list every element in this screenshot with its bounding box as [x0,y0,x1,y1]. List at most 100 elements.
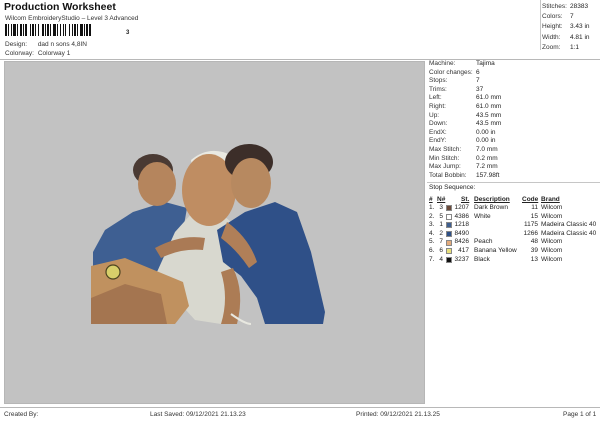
sequence-row: 7. 4 3237 Black 13 Wilcom [429,256,600,265]
sequence-header: # N# St. Description Code Brand [429,195,600,204]
thread-color-swatch [446,239,452,246]
info-max-jump: Max Jump: 7.2 mm [429,163,498,171]
sequence-description: Peach [474,238,493,246]
sequence-num: 4. [429,229,435,237]
sequence-num: 3. [429,221,435,229]
footer-page: Page 1 of 1 [563,411,597,418]
sequence-st: 417 [458,247,469,254]
thread-color-swatch [446,256,452,263]
sequence-num: 7. [429,255,435,263]
design-preview [4,61,425,404]
design-stats: Stitches: 28383 Colors: 7 Height: 3.43 in W… [542,2,598,53]
stop-sequence-title: Stop Sequence: [429,183,476,191]
info-min-stitch: Min Stitch: 0.2 mm [429,154,498,162]
info-color-changes: Color changes: 6 [429,68,480,76]
sequence-num: 5. [429,238,435,246]
sequence-code: 11 [531,204,538,211]
thread-color-swatch [446,248,452,255]
sequence-code: 1266 [523,229,538,237]
sequence-code: 13 [530,255,538,263]
sequence-num: 1. [429,204,435,211]
sequence-code: 15 [530,212,538,220]
sequence-st: 1207 [454,204,469,211]
software-subtitle: Wilcom EmbroideryStudio – Level 3 Advanc… [5,15,139,22]
barcode-image [5,24,131,36]
sequence-n: 6 [439,247,443,254]
sequence-row: 3. 1 1218 1175 Madeira Classic 40 [429,221,600,230]
info-left: Left: 61.0 mm [429,94,502,102]
col-hash: # [429,196,433,203]
sequence-code: 48 [530,238,538,246]
stat-height: Height: 3.43 in [542,23,590,31]
footer-printed: Printed: 09/12/2021 21.13.25 [356,411,440,418]
sequence-n: 2 [439,229,443,237]
stat-colors: Colors: 7 [542,13,574,21]
thread-color-swatch [446,205,452,212]
sequence-num: 2. [429,212,435,220]
info-stops: Stops: 7 [429,77,480,85]
sequence-n: 7 [439,238,443,246]
col-st: St. [461,196,470,203]
sequence-st: 3237 [454,255,469,263]
sequence-brand: Wilcom [541,204,563,211]
info-machine: Machine: Tajima [429,60,495,67]
sequence-brand: Madeira Classic 40 [541,229,597,237]
sequence-n: 4 [439,255,443,263]
stats-divider [540,0,541,50]
embroidery-illustration [91,144,325,325]
thread-color-swatch [446,222,452,229]
col-n: N# [437,196,446,203]
sequence-code: 1175 [524,221,538,229]
thread-color-swatch [446,213,452,220]
sequence-row: 1. 3 1207 Dark Brown 11 Wilcom [429,204,600,213]
colorway-value: Colorway 1 [37,50,71,57]
worksheet-header: Production Worksheet Wilcom EmbroiderySt… [0,0,600,59]
footer-created-by: Created By: [4,411,39,418]
barcode-number: 3 [126,30,130,36]
sequence-st: 8490 [454,229,469,237]
info-down: Down: 43.5 mm [429,120,502,128]
design-row: Design: dad n sons 4,8IN [5,41,87,48]
sequence-brand: Wilcom [541,238,563,246]
col-code: Code [522,196,539,203]
info-endy: EndY: 0.00 in [429,137,496,145]
sequence-num: 6. [429,247,435,254]
col-brand: Brand [541,196,560,203]
info-trims: Trims: 37 [429,85,484,93]
info-panel: Machine: Tajima Color changes: 6 Stops: 7 T… [427,59,600,405]
sequence-st: 4386 [454,212,469,220]
sequence-brand: Wilcom [541,255,563,263]
stat-width: Width: 4.81 in [542,33,590,41]
sequence-row: 5. 7 8426 Peach 48 Wilcom [429,238,600,247]
right-boy-face [231,158,271,208]
stat-zoom: Zoom: 1:1 [542,43,580,51]
sequence-row: 2. 5 4386 White 15 Wilcom [429,213,600,222]
info-right: Right: 61.0 mm [429,103,502,110]
footer-last-saved: Last Saved: 09/12/2021 21.13.23 [150,411,246,418]
sequence-description: White [474,212,491,220]
colorway-label: Colorway: [5,50,34,57]
footer-divider [0,407,600,408]
info-endx: EndX: 0.00 in [429,128,496,136]
thread-color-swatch [446,231,452,238]
sequence-code: 39 [530,247,538,254]
colorway-row: Colorway: Colorway 1 [5,50,70,57]
sequence-row: 4. 2 8490 1266 Madeira Classic 40 [429,230,600,239]
info-max-stitch: Max Stitch: 7.0 mm [429,146,498,153]
info-up: Up: 43.5 mm [429,111,502,119]
sequence-n: 5 [439,212,443,220]
info-total-bobbin: Total Bobbin: 157.98ft [429,171,500,179]
design-label: Design: [5,41,28,48]
design-value: dad n sons 4,8IN [37,41,87,48]
col-description: Description [474,196,510,203]
stat-stitches: Stitches: 28383 [542,3,589,10]
sequence-description: Dark Brown [474,204,508,211]
sequence-description: Banana Yellow [474,247,517,254]
sequence-brand: Wilcom [541,212,563,220]
sequence-brand: Wilcom [541,247,563,254]
sequence-n: 3 [439,204,443,211]
sequence-st: 1218 [454,221,469,229]
sequence-row: 6. 6 417 Banana Yellow 39 Wilcom [429,247,600,256]
sequence-st: 8426 [454,238,469,246]
sequence-n: 1 [439,221,443,229]
